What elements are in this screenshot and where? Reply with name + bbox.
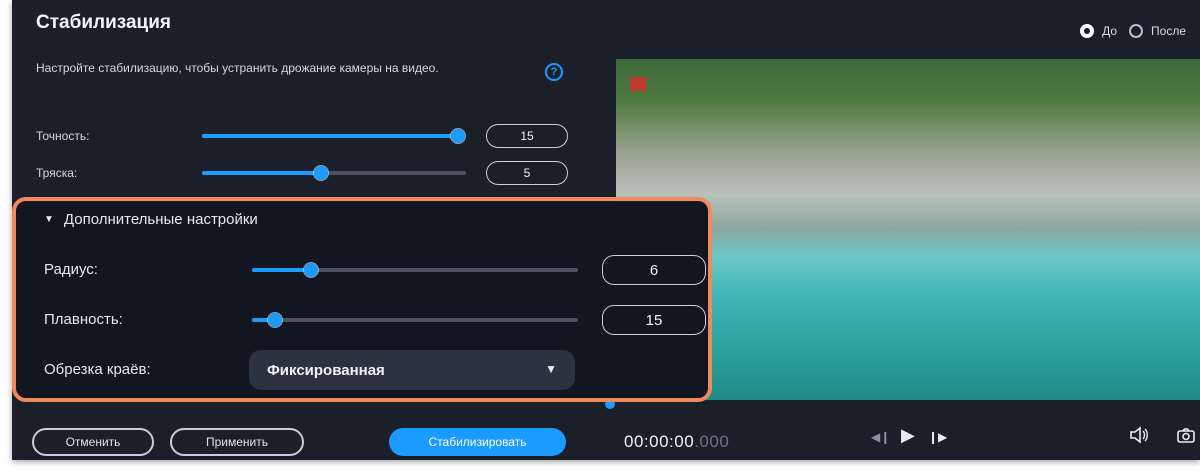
accuracy-label: Точность: (36, 129, 90, 143)
shake-slider-fill (202, 171, 321, 175)
smoothness-slider[interactable] (252, 313, 578, 327)
apply-button[interactable]: Применить (170, 428, 304, 456)
advanced-settings-panel: ▼ Дополнительные настройки Радиус: 6 Пла… (12, 197, 712, 402)
radio-after-label: После (1151, 24, 1186, 38)
cancel-button[interactable]: Отменить (32, 428, 154, 456)
radius-value-field[interactable]: 6 (602, 255, 706, 285)
radio-after[interactable]: После (1129, 24, 1186, 38)
shake-row: Тряска: (36, 161, 77, 185)
timecode-milliseconds: .000 (694, 432, 730, 451)
radio-selected-icon (1080, 24, 1095, 38)
shake-value-field[interactable]: 5 (486, 161, 568, 185)
advanced-settings-title: Дополнительные настройки (63, 211, 258, 228)
chevron-down-icon: ▼ (44, 214, 54, 225)
prev-frame-icon[interactable]: ◀❙ (871, 430, 890, 444)
radius-slider-fill (252, 268, 311, 272)
radio-unselected-icon (1129, 24, 1144, 38)
radius-slider[interactable] (252, 263, 578, 277)
edge-crop-value: Фиксированная (267, 361, 385, 379)
smoothness-value-field[interactable]: 15 (602, 305, 706, 335)
accuracy-value-field[interactable]: 15 (486, 124, 568, 148)
timecode: 00:00:00.000 (624, 432, 729, 452)
shake-label: Тряска: (36, 166, 78, 180)
radius-slider-handle[interactable] (303, 263, 318, 277)
help-icon[interactable]: ? (545, 63, 563, 81)
accuracy-slider-fill (202, 134, 458, 138)
accuracy-slider-handle[interactable] (451, 129, 465, 143)
volume-icon[interactable] (1129, 426, 1149, 449)
dialog-title: Стабилизация (36, 12, 171, 33)
smoothness-label: Плавность: (44, 311, 123, 328)
shake-slider-handle[interactable] (313, 166, 328, 180)
chevron-down-icon: ▼ (545, 362, 557, 376)
radius-label: Радиус: (44, 261, 98, 278)
accuracy-slider[interactable] (202, 129, 465, 143)
shake-slider[interactable] (202, 166, 466, 180)
smoothness-slider-handle[interactable] (267, 313, 282, 327)
radio-before-label: До (1102, 24, 1118, 38)
stabilize-button[interactable]: Стабилизировать (389, 428, 566, 456)
radio-before[interactable]: До (1080, 24, 1117, 38)
next-frame-icon[interactable]: ❙▶ (928, 430, 947, 444)
edge-crop-select[interactable]: Фиксированная ▼ (249, 350, 575, 390)
timecode-main: 00:00:00 (624, 432, 695, 451)
edge-crop-label: Обрезка краёв: (44, 361, 151, 378)
record-indicator-icon (630, 77, 646, 91)
description-text: Настройте стабилизацию, чтобы устранить … (36, 61, 439, 75)
accuracy-row: Точность: (36, 124, 89, 148)
view-mode-toggle: До После (1068, 24, 1186, 38)
snapshot-icon[interactable] (1176, 426, 1196, 449)
play-icon[interactable]: ▶ (901, 425, 915, 446)
advanced-settings-toggle[interactable]: ▼ Дополнительные настройки (44, 211, 258, 228)
